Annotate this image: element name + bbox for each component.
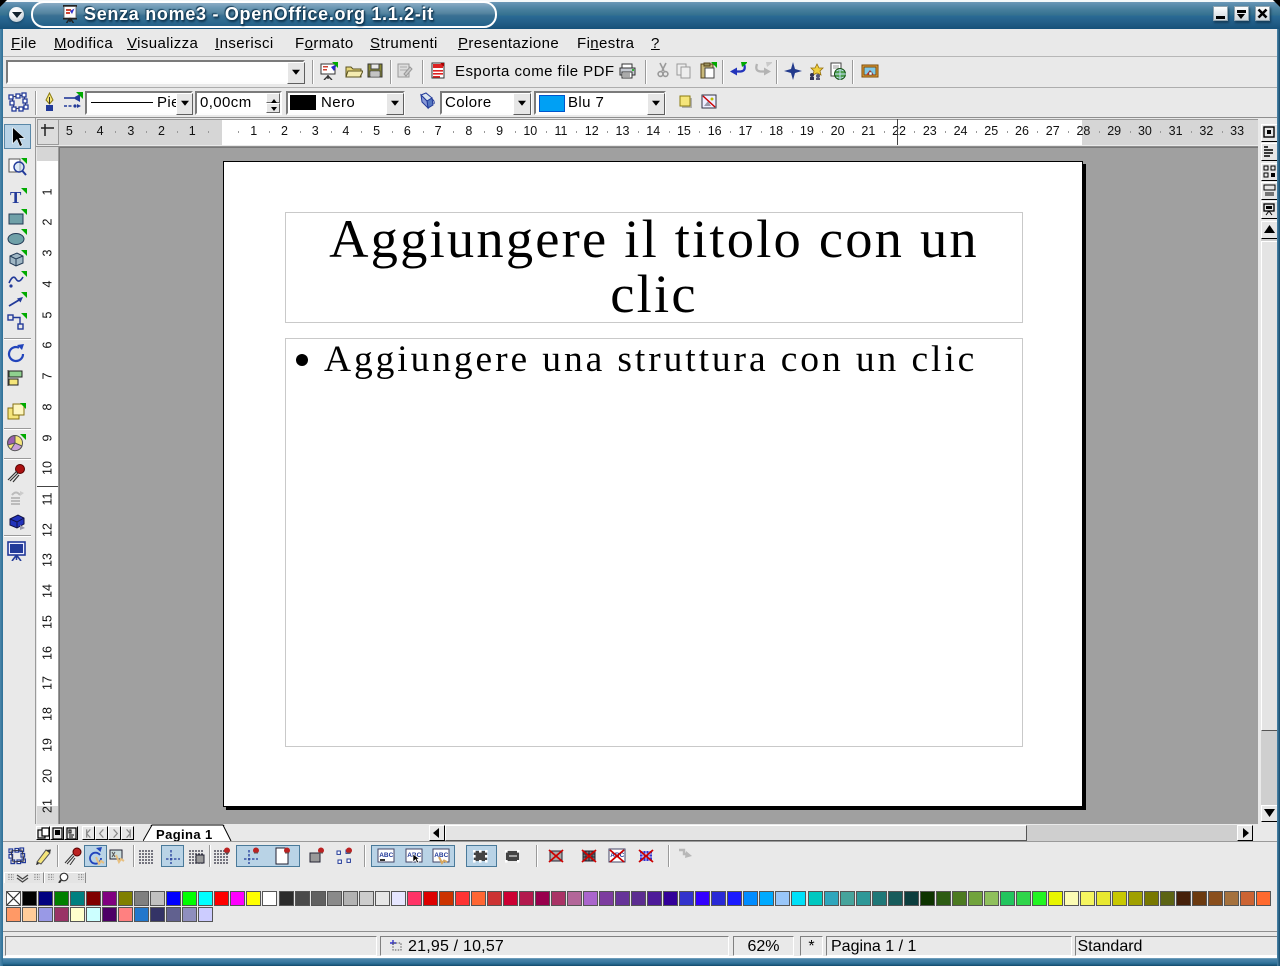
svg-text:ABC: ABC xyxy=(379,852,393,859)
svg-text:ABC: ABC xyxy=(434,852,448,859)
svg-text:T: T xyxy=(10,188,22,207)
